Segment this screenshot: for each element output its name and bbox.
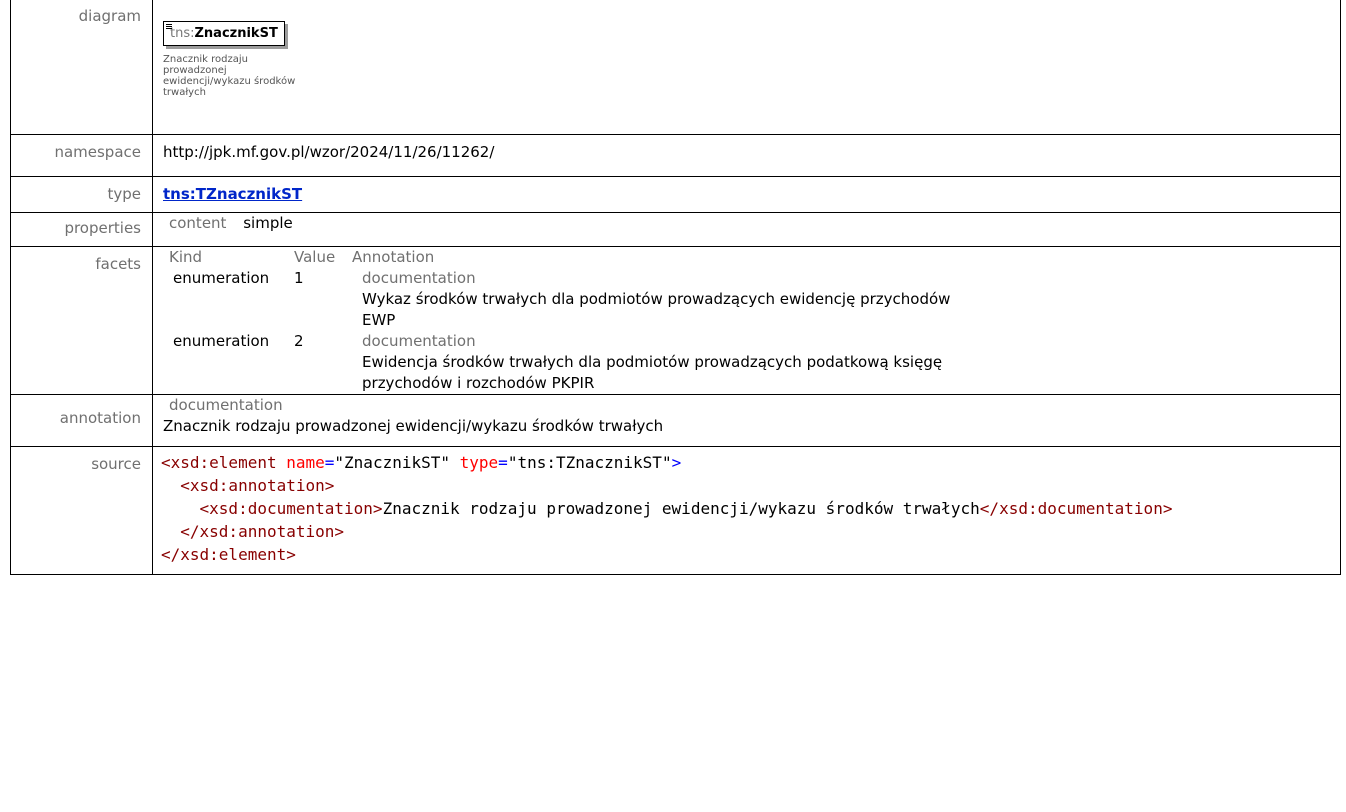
row-label-properties: properties xyxy=(10,212,153,247)
facet-doc-label: documentation xyxy=(362,269,476,287)
source-text: Znacznik rodzaju prowadzonej ewidencji/w… xyxy=(382,499,980,518)
type-cell: tns:TZnacznikST xyxy=(152,176,1341,213)
facet-annotation: documentation Wykaz środków trwałych dla… xyxy=(352,268,950,331)
source-code: <xsd:element name="ZnacznikST" type="tns… xyxy=(161,453,1173,564)
annotation-cell: documentation Znacznik rodzaju prowadzon… xyxy=(152,394,1341,447)
source-tag: <xsd:element xyxy=(161,453,277,472)
row-properties: properties content simple xyxy=(10,212,1341,247)
source-tag: </xsd:element> xyxy=(161,545,296,564)
source-attr-value: "tns:TZnacznikST" xyxy=(507,453,672,472)
facets-header-row: Kind Value Annotation xyxy=(169,247,950,268)
namespace-value: http://jpk.mf.gov.pl/wzor/2024/11/26/112… xyxy=(152,134,1341,177)
source-attr-name: type xyxy=(459,453,499,472)
diagram-cell: tns:ZnacznikST Znacznik rodzaju prowadzo… xyxy=(152,0,1341,135)
row-diagram: diagram tns:ZnacznikST Znacznik rodzaju … xyxy=(10,0,1341,135)
annotation-doc-label: documentation xyxy=(169,396,283,414)
row-label-source: source xyxy=(10,446,153,575)
source-tag: </xsd:documentation> xyxy=(979,499,1173,518)
facets-header-value: Value xyxy=(294,248,336,266)
source-attr-value: "ZnacznikST" xyxy=(334,453,450,472)
facets-table: Kind Value Annotation enumeration 1 docu… xyxy=(169,247,950,394)
facet-value: 2 xyxy=(294,332,304,350)
facet-kind: enumeration xyxy=(173,332,270,350)
row-label-facets: facets xyxy=(10,246,153,395)
row-facets: facets Kind Value Annotation enumeration… xyxy=(10,246,1341,395)
facet-row: enumeration 2 documentation Ewidencja śr… xyxy=(169,331,950,394)
property-key-content: content xyxy=(169,214,227,232)
row-label-type: type xyxy=(10,176,153,213)
facets-header-annotation: Annotation xyxy=(352,248,435,266)
facet-doc-line: EWP xyxy=(362,311,396,329)
facet-value: 1 xyxy=(294,269,304,287)
property-value-content: simple xyxy=(243,214,293,232)
source-attr-name: name xyxy=(286,453,325,472)
source-tag: <xsd:annotation> xyxy=(180,476,335,495)
facet-doc-line: Wykaz środków trwałych dla podmiotów pro… xyxy=(362,290,951,308)
type-link[interactable]: tns:TZnacznikST xyxy=(163,185,302,203)
facet-annotation: documentation Ewidencja środków trwałych… xyxy=(352,331,950,394)
facet-doc-line: Ewidencja środków trwałych dla podmiotów… xyxy=(362,353,943,371)
element-properties-table: diagram tns:ZnacznikST Znacznik rodzaju … xyxy=(10,0,1341,575)
row-namespace: namespace http://jpk.mf.gov.pl/wzor/2024… xyxy=(10,134,1341,177)
facets-cell: Kind Value Annotation enumeration 1 docu… xyxy=(152,246,1341,395)
row-label-annotation: annotation xyxy=(10,394,153,447)
diagram-namespace-prefix: tns: xyxy=(170,26,195,41)
row-type: type tns:TZnacznikST xyxy=(10,176,1341,213)
content-model-icon xyxy=(166,24,172,30)
source-tag: </xsd:annotation> xyxy=(180,522,345,541)
facets-header-kind: Kind xyxy=(169,248,203,266)
row-annotation: annotation documentation Znacznik rodzaj… xyxy=(10,394,1341,447)
facet-doc-label: documentation xyxy=(362,332,476,350)
diagram-documentation: Znacznik rodzaju prowadzonej ewidencji/w… xyxy=(163,54,296,98)
facet-doc-line: przychodów i rozchodów PKPIR xyxy=(362,374,595,392)
facet-row: enumeration 1 documentation Wykaz środkó… xyxy=(169,268,950,331)
schema-doc-page: diagram tns:ZnacznikST Znacznik rodzaju … xyxy=(0,0,1346,812)
source-cell: <xsd:element name="ZnacznikST" type="tns… xyxy=(152,446,1341,575)
element-diagram-box[interactable]: tns:ZnacznikST xyxy=(163,21,285,46)
annotation-doc-text: Znacznik rodzaju prowadzonej ewidencji/w… xyxy=(163,417,664,435)
diagram-element-name: ZnacznikST xyxy=(194,26,278,41)
row-label-diagram: diagram xyxy=(10,0,153,135)
properties-cell: content simple xyxy=(152,212,1341,247)
row-label-namespace: namespace xyxy=(10,134,153,177)
source-tag: <xsd:documentation> xyxy=(199,499,383,518)
facet-kind: enumeration xyxy=(173,269,270,287)
source-tag-close: > xyxy=(671,453,682,472)
row-source: source <xsd:element name="ZnacznikST" ty… xyxy=(10,446,1341,575)
